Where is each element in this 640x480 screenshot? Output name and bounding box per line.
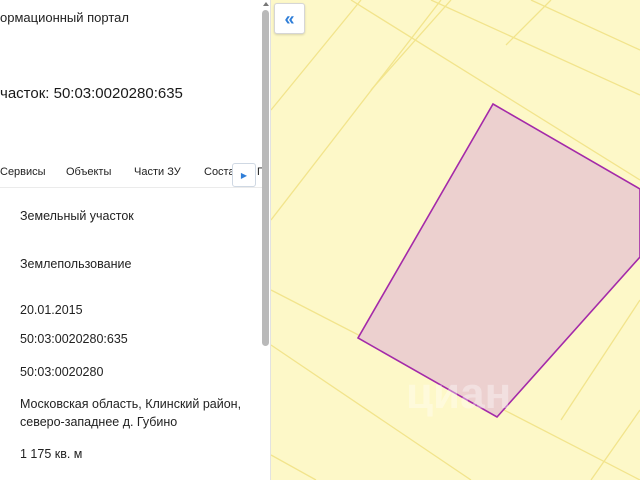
tab-scroll-button[interactable]: ▶ — [232, 163, 256, 187]
field-cadastral-number: 50:03:0020280:635 — [20, 332, 128, 346]
scroll-up-icon[interactable] — [262, 0, 270, 8]
tab-bar: Сервисы Объекты Части ЗУ Соста П — [0, 160, 265, 188]
portal-title: ормационный портал — [0, 10, 129, 25]
field-usage: Землепользование — [20, 257, 132, 271]
tab-parts[interactable]: Части ЗУ — [134, 166, 181, 178]
tab-services[interactable]: Сервисы — [0, 166, 46, 178]
map-view[interactable]: циан — [271, 0, 640, 480]
collapse-panel-button[interactable]: « — [274, 3, 305, 34]
info-panel: ормационный портал часток: 50:03:0020280… — [0, 0, 271, 480]
map-canvas[interactable]: циан — [271, 0, 640, 480]
chevron-right-icon: ▶ — [240, 170, 248, 180]
tab-objects[interactable]: Объекты — [66, 166, 111, 178]
field-address: Московская область, Клинский район, севе… — [20, 397, 242, 429]
field-date: 20.01.2015 — [20, 303, 83, 317]
field-cadastral-quarter: 50:03:0020280 — [20, 365, 104, 379]
parcel-title: часток: 50:03:0020280:635 — [0, 85, 183, 102]
watermark-text: циан — [406, 369, 511, 418]
double-chevron-left-icon: « — [284, 8, 295, 29]
panel-scrollbar-thumb[interactable] — [262, 10, 269, 346]
tab-composition[interactable]: Соста — [204, 166, 235, 178]
field-object-type: Земельный участок — [20, 209, 134, 223]
field-area: 1 175 кв. м — [20, 447, 83, 461]
